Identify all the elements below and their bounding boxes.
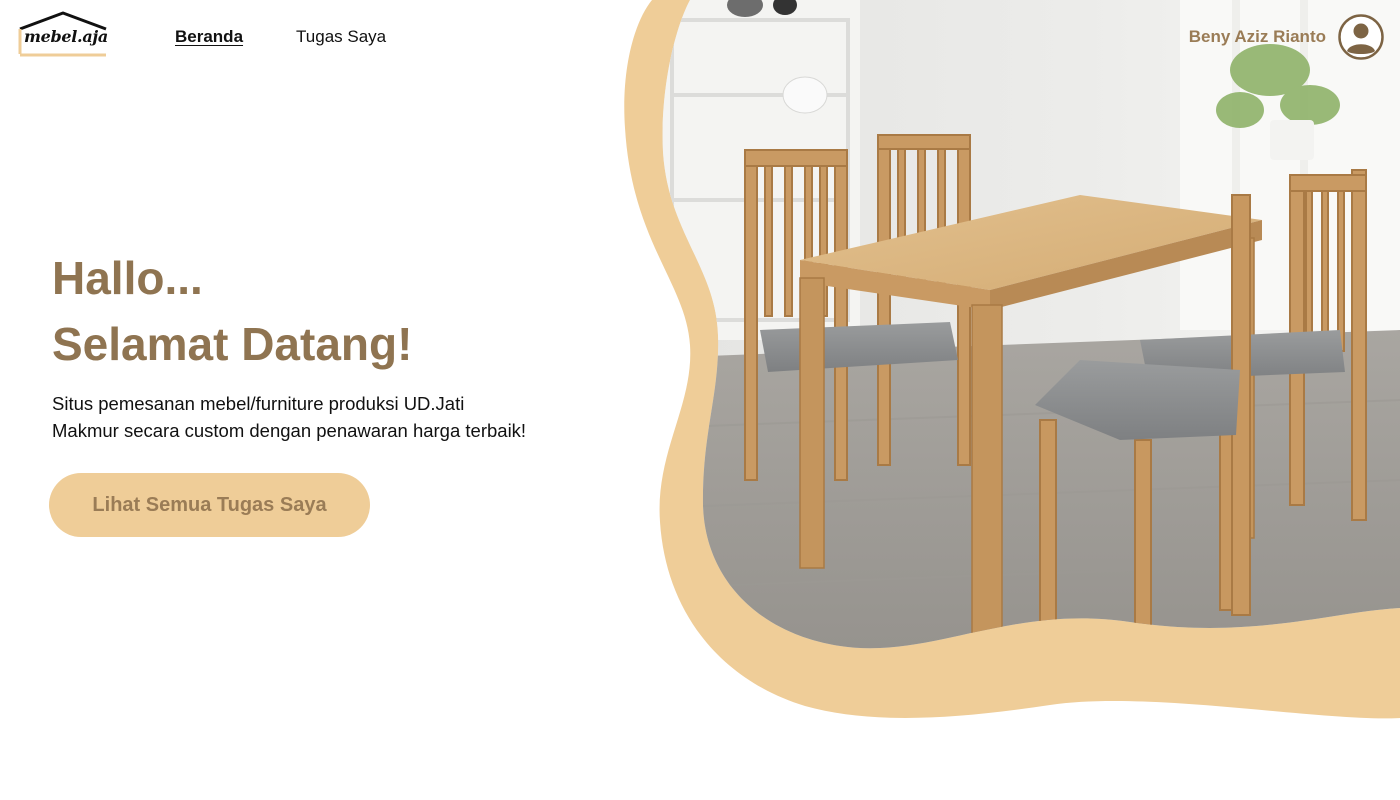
view-all-tasks-button[interactable]: Lihat Semua Tugas Saya	[49, 473, 370, 537]
hero-greeting: Hallo...	[52, 252, 203, 304]
brand-logo[interactable]: mebel.aja	[16, 10, 110, 62]
landing-page: mebel.aja Beranda Tugas Saya Beny Aziz R…	[0, 0, 1400, 800]
main-nav: Beranda Tugas Saya	[175, 27, 386, 47]
user-menu[interactable]: Beny Aziz Rianto	[1189, 14, 1384, 60]
hero-description: Situs pemesanan mebel/furniture produksi…	[52, 393, 527, 441]
logo-text: mebel.aja	[24, 27, 108, 46]
user-name: Beny Aziz Rianto	[1188, 27, 1326, 46]
user-circle-icon[interactable]	[1338, 14, 1384, 60]
nav-item-tugas-saya[interactable]: Tugas Saya	[296, 27, 386, 47]
nav-item-beranda[interactable]: Beranda	[175, 27, 243, 47]
hero-title: Selamat Datang!	[52, 318, 413, 370]
